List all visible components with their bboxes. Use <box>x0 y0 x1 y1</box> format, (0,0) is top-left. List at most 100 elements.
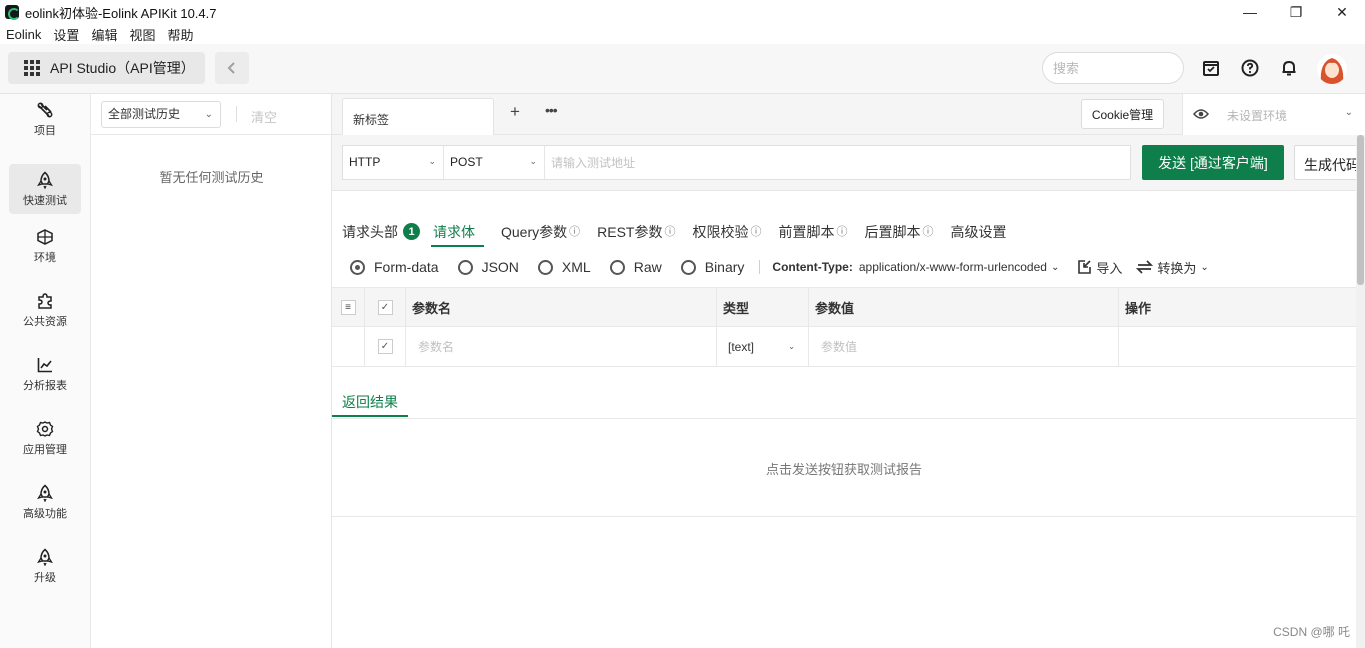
column-menu-cell: ≡ <box>332 288 365 326</box>
rocket-icon <box>37 171 53 189</box>
column-actions: 操作 <box>1125 300 1152 316</box>
tab-new[interactable]: 新标签 <box>342 98 494 135</box>
chevron-down-icon: ⌄ <box>1344 107 1353 118</box>
swap-icon <box>1136 260 1154 274</box>
chart-icon <box>37 357 52 372</box>
radio-form-data[interactable]: Form-data <box>350 259 439 275</box>
search-input[interactable] <box>1042 52 1184 84</box>
tab-response-result[interactable]: 返回结果 <box>332 390 408 417</box>
generate-code-button[interactable]: 生成代码 <box>1294 145 1365 180</box>
tab-advanced-settings[interactable]: 高级设置 <box>950 219 1006 247</box>
eye-icon[interactable] <box>1193 107 1209 124</box>
info-icon: ⓘ <box>750 226 762 238</box>
restore-button[interactable]: ❐ <box>1273 0 1319 24</box>
send-button[interactable]: 发送 [通过客户端] <box>1142 145 1284 180</box>
more-tabs-button[interactable]: ••• <box>545 102 558 118</box>
radio-binary[interactable]: Binary <box>680 259 744 275</box>
sidebar-label: 公共资源 <box>23 315 67 328</box>
param-name-input[interactable]: 参数名 <box>406 327 717 366</box>
radio-label: Form-data <box>374 259 439 275</box>
tab-label: REST参数 <box>597 224 663 240</box>
menu-settings[interactable]: 设置 <box>53 25 79 44</box>
menu-help[interactable]: 帮助 <box>167 25 193 44</box>
minimize-button[interactable]: — <box>1227 0 1273 24</box>
sidebar-item-advanced[interactable]: 高级功能 <box>9 477 81 527</box>
notification-bell-icon[interactable] <box>1279 58 1299 78</box>
tab-post-script[interactable]: 后置脚本 ⓘ <box>864 219 933 247</box>
history-empty-text: 暂无任何测试历史 <box>159 170 264 185</box>
param-value-input[interactable]: 参数值 <box>809 327 1119 366</box>
tab-label: Query参数 <box>501 224 568 240</box>
content-type-label: Content-Type: <box>772 260 853 274</box>
row-checkbox-cell: ✓ <box>365 327 406 366</box>
request-tabs: 请求头部 1 请求体 Query参数 ⓘ REST参数 ⓘ 权限校验 ⓘ 前置脚本 ⓘ 后… <box>332 219 1013 247</box>
collapse-sidebar-button[interactable] <box>215 52 249 84</box>
history-header: 全部测试历史 ⌄ 清空 <box>91 94 331 135</box>
convert-button[interactable]: 转换为 ⌄ <box>1136 258 1209 277</box>
add-tab-button[interactable]: + <box>510 102 520 122</box>
chevron-down-icon: ⌄ <box>428 156 436 166</box>
environment-icon <box>37 228 53 245</box>
menu-lines-icon[interactable]: ≡ <box>340 299 356 315</box>
content-type-select[interactable]: application/x-www-form-urlencoded <box>859 260 1047 274</box>
tab-request-headers[interactable]: 请求头部 1 <box>342 219 420 247</box>
cookie-manage-button[interactable]: Cookie管理 <box>1081 99 1164 129</box>
tab-label: 后置脚本 <box>864 224 921 240</box>
info-icon: ⓘ <box>569 226 581 238</box>
sidebar-item-upgrade[interactable]: 升级 <box>9 541 81 591</box>
vertical-scrollbar[interactable] <box>1356 135 1365 648</box>
tab-label: 权限校验 <box>692 224 749 240</box>
drag-cell <box>332 327 365 366</box>
protocol-select[interactable]: HTTP ⌄ <box>343 146 444 179</box>
row-checkbox[interactable]: ✓ <box>377 339 393 354</box>
user-avatar[interactable] <box>1317 54 1347 84</box>
divider <box>236 106 237 122</box>
environment-select[interactable]: 未设置环境 ⌄ <box>1182 94 1365 135</box>
tab-query-params[interactable]: Query参数 ⓘ <box>501 219 580 247</box>
watermark: CSDN @哪 吒 <box>1273 625 1350 639</box>
column-param-value: 参数值 <box>809 288 1119 326</box>
chevron-down-icon: ⌄ <box>204 109 213 120</box>
tab-rest-params[interactable]: REST参数 ⓘ <box>597 219 675 247</box>
sidebar-item-app-management[interactable]: 应用管理 <box>9 413 81 463</box>
title-bar: eolink初体验-Eolink APIKit 10.4.7 — ❐ ✕ <box>0 0 1365 24</box>
chevron-down-icon: ⌄ <box>788 342 795 351</box>
radio-xml[interactable]: XML <box>537 259 591 275</box>
sidebar-item-environment[interactable]: 环境 <box>9 221 81 271</box>
clear-history-button[interactable]: 清空 <box>251 107 277 126</box>
scrollbar-thumb[interactable] <box>1357 135 1364 285</box>
method-select[interactable]: POST ⌄ <box>444 146 545 179</box>
import-label: 导入 <box>1096 260 1123 276</box>
radio-icon <box>537 259 553 275</box>
api-studio-button[interactable]: API Studio（API管理） <box>8 52 205 84</box>
tab-auth[interactable]: 权限校验 ⓘ <box>692 219 761 247</box>
select-all-checkbox[interactable]: ✓ <box>377 299 393 315</box>
radio-label: JSON <box>481 259 519 275</box>
params-table: ≡ ✓ 参数名 类型 参数值 操作 ✓ 参数名 [text] ⌄ 参数值 <box>332 287 1356 367</box>
radio-icon <box>609 259 625 275</box>
sidebar-item-public-resources[interactable]: 公共资源 <box>9 285 81 335</box>
help-icon[interactable] <box>1240 58 1260 78</box>
url-input[interactable] <box>545 146 1130 179</box>
tab-request-body[interactable]: 请求体 <box>431 219 484 247</box>
radio-raw[interactable]: Raw <box>609 259 662 275</box>
sidebar-item-analytics[interactable]: 分析报表 <box>9 349 81 399</box>
rocket-icon <box>37 548 53 566</box>
radio-json[interactable]: JSON <box>457 259 519 275</box>
import-button[interactable]: 导入 <box>1077 258 1122 277</box>
sidebar-item-project[interactable]: 项目 <box>9 94 81 144</box>
calendar-check-icon[interactable] <box>1201 58 1221 78</box>
menu-edit[interactable]: 编辑 <box>91 25 117 44</box>
url-bar: HTTP ⌄ POST ⌄ <box>342 145 1131 180</box>
param-type-select[interactable]: [text] ⌄ <box>717 327 809 366</box>
project-icon <box>37 102 53 117</box>
chevron-down-icon[interactable]: ⌄ <box>1051 262 1059 273</box>
menu-view[interactable]: 视图 <box>129 25 155 44</box>
menu-eolink[interactable]: Eolink <box>6 27 41 42</box>
history-filter-select[interactable]: 全部测试历史 ⌄ <box>101 101 221 128</box>
rocket-icon <box>37 484 53 502</box>
test-history-panel: 全部测试历史 ⌄ 清空 暂无任何测试历史 <box>91 94 332 648</box>
sidebar-item-quick-test[interactable]: 快速测试 <box>9 164 81 214</box>
close-button[interactable]: ✕ <box>1319 0 1365 24</box>
tab-pre-script[interactable]: 前置脚本 ⓘ <box>778 219 847 247</box>
